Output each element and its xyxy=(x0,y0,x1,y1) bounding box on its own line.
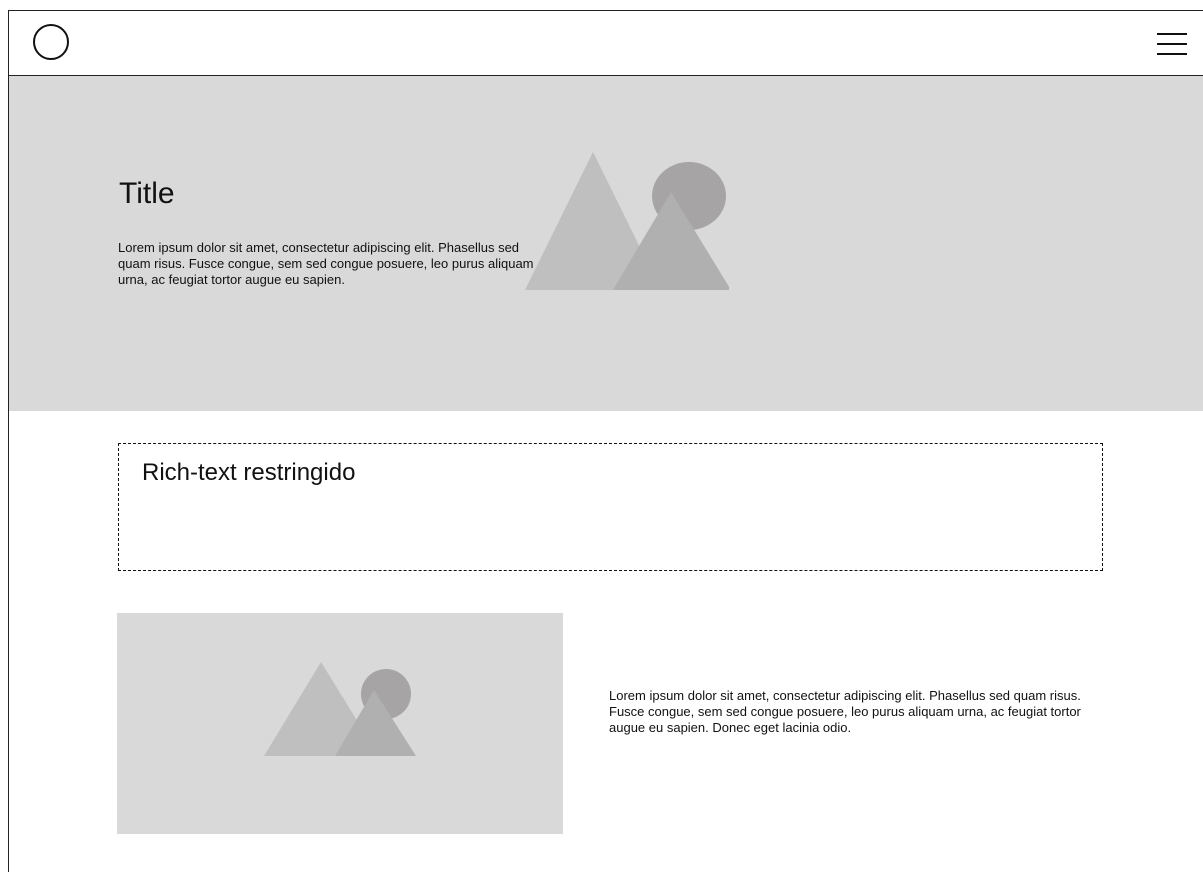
navbar xyxy=(9,11,1203,76)
menu-line xyxy=(1157,33,1187,35)
hero-section: Title Lorem ipsum dolor sit amet, consec… xyxy=(9,76,1203,411)
menu-line xyxy=(1157,53,1187,55)
rich-text-title: Rich-text restringido xyxy=(142,459,356,486)
hero-title: Title xyxy=(119,177,175,210)
logo-icon[interactable] xyxy=(33,24,69,60)
page-frame: Title Lorem ipsum dolor sit amet, consec… xyxy=(8,10,1203,872)
media-image-placeholder xyxy=(117,613,563,834)
hamburger-menu-icon[interactable] xyxy=(1157,32,1187,56)
image-placeholder-icon xyxy=(264,662,416,756)
media-text: Lorem ipsum dolor sit amet, consectetur … xyxy=(609,688,1081,735)
menu-line xyxy=(1157,43,1187,45)
hero-text: Lorem ipsum dolor sit amet, consectetur … xyxy=(118,240,534,287)
rich-text-block[interactable]: Rich-text restringido xyxy=(118,443,1103,571)
